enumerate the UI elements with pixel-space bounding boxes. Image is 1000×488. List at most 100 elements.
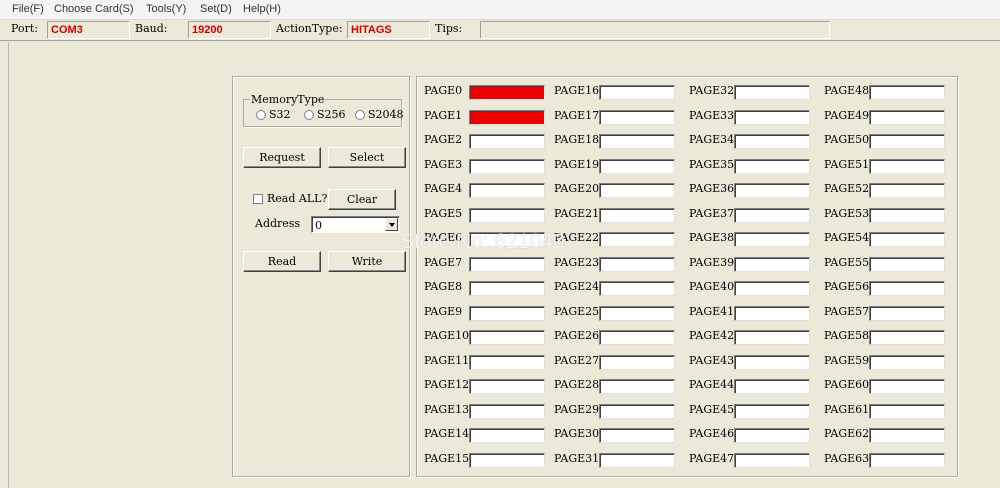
page-field-63[interactable] — [869, 452, 945, 468]
page-field-3[interactable] — [469, 158, 545, 174]
radio-s2048-circle[interactable] — [355, 109, 365, 120]
page-label-12: PAGE12 — [424, 378, 470, 391]
radio-s2048-label: S2048 — [368, 108, 404, 121]
page-field-45[interactable] — [734, 403, 810, 419]
page-field-19[interactable] — [599, 158, 675, 174]
page-field-36[interactable] — [734, 183, 810, 198]
page-field-51[interactable] — [869, 158, 945, 174]
radio-s256[interactable]: S256 — [304, 108, 346, 121]
page-field-60[interactable] — [869, 379, 945, 394]
menu-set[interactable]: Set(D) — [200, 3, 232, 15]
page-field-14[interactable] — [469, 428, 545, 443]
page-field-40[interactable] — [734, 281, 810, 296]
page-field-58[interactable] — [869, 330, 945, 345]
page-field-34[interactable] — [734, 134, 810, 149]
page-field-32[interactable] — [734, 85, 810, 100]
write-button[interactable]: Write — [328, 251, 406, 272]
radio-s256-circle[interactable] — [304, 109, 314, 120]
baud-value: 19200 — [188, 21, 271, 39]
page-field-9[interactable] — [469, 305, 545, 321]
page-field-22[interactable] — [599, 232, 675, 247]
page-field-39[interactable] — [734, 256, 810, 272]
menu-file[interactable]: File(F) — [12, 3, 44, 15]
page-label-34: PAGE34 — [689, 133, 735, 146]
menu-help[interactable]: Help(H) — [243, 3, 281, 15]
page-field-25[interactable] — [599, 305, 675, 321]
page-field-24[interactable] — [599, 281, 675, 296]
page-field-20[interactable] — [599, 183, 675, 198]
page-field-1[interactable] — [469, 109, 545, 125]
page-field-62[interactable] — [869, 428, 945, 443]
page-field-26[interactable] — [599, 330, 675, 345]
request-button[interactable]: Request — [243, 147, 321, 168]
menu-choose-card[interactable]: Choose Card(S) — [54, 3, 133, 15]
read-all-checkbox[interactable] — [253, 194, 263, 204]
page-label-51: PAGE51 — [824, 157, 870, 171]
page-field-56[interactable] — [869, 281, 945, 296]
page-field-35[interactable] — [734, 158, 810, 174]
page-label-7: PAGE7 — [424, 255, 463, 269]
page-field-12[interactable] — [469, 379, 545, 394]
chevron-down-icon[interactable] — [385, 218, 398, 231]
select-button[interactable]: Select — [328, 147, 406, 168]
page-field-8[interactable] — [469, 281, 545, 296]
page-field-0[interactable] — [469, 85, 545, 100]
page-field-47[interactable] — [734, 452, 810, 468]
page-field-29[interactable] — [599, 403, 675, 419]
page-field-54[interactable] — [869, 232, 945, 247]
action-type-value: HITAGS — [347, 21, 430, 39]
page-field-5[interactable] — [469, 207, 545, 223]
page-field-57[interactable] — [869, 305, 945, 321]
page-field-61[interactable] — [869, 403, 945, 419]
page-label-45: PAGE45 — [689, 402, 735, 416]
page-field-10[interactable] — [469, 330, 545, 345]
action-type-label: ActionType: — [276, 22, 343, 35]
page-field-30[interactable] — [599, 428, 675, 443]
tips-value — [480, 21, 830, 39]
page-label-31: PAGE31 — [554, 451, 600, 465]
page-field-16[interactable] — [599, 85, 675, 100]
page-field-4[interactable] — [469, 183, 545, 198]
menu-tools[interactable]: Tools(Y) — [146, 3, 186, 15]
page-field-43[interactable] — [734, 354, 810, 370]
radio-s32-circle[interactable] — [256, 109, 266, 120]
page-field-33[interactable] — [734, 109, 810, 125]
page-field-55[interactable] — [869, 256, 945, 272]
page-field-7[interactable] — [469, 256, 545, 272]
page-field-37[interactable] — [734, 207, 810, 223]
page-field-31[interactable] — [599, 452, 675, 468]
page-field-15[interactable] — [469, 452, 545, 468]
page-field-2[interactable] — [469, 134, 545, 149]
page-field-6[interactable] — [469, 232, 545, 247]
page-field-49[interactable] — [869, 109, 945, 125]
page-field-42[interactable] — [734, 330, 810, 345]
page-field-27[interactable] — [599, 354, 675, 370]
page-field-13[interactable] — [469, 403, 545, 419]
page-label-36: PAGE36 — [689, 182, 735, 195]
page-field-18[interactable] — [599, 134, 675, 149]
page-field-23[interactable] — [599, 256, 675, 272]
page-field-59[interactable] — [869, 354, 945, 370]
clear-button[interactable]: Clear — [328, 189, 396, 210]
radio-s32[interactable]: S32 — [256, 108, 291, 121]
page-field-46[interactable] — [734, 428, 810, 443]
page-field-21[interactable] — [599, 207, 675, 223]
page-field-50[interactable] — [869, 134, 945, 149]
page-field-41[interactable] — [734, 305, 810, 321]
page-field-48[interactable] — [869, 85, 945, 100]
page-label-13: PAGE13 — [424, 402, 470, 416]
page-field-28[interactable] — [599, 379, 675, 394]
page-field-38[interactable] — [734, 232, 810, 247]
page-field-17[interactable] — [599, 109, 675, 125]
address-label: Address — [255, 217, 301, 230]
page-field-52[interactable] — [869, 183, 945, 198]
page-field-53[interactable] — [869, 207, 945, 223]
page-label-14: PAGE14 — [424, 427, 470, 440]
page-label-16: PAGE16 — [554, 84, 600, 97]
page-label-15: PAGE15 — [424, 451, 470, 465]
address-select[interactable]: 0 — [311, 216, 400, 233]
read-button[interactable]: Read — [243, 251, 321, 272]
page-field-11[interactable] — [469, 354, 545, 370]
radio-s2048[interactable]: S2048 — [355, 108, 404, 121]
page-field-44[interactable] — [734, 379, 810, 394]
